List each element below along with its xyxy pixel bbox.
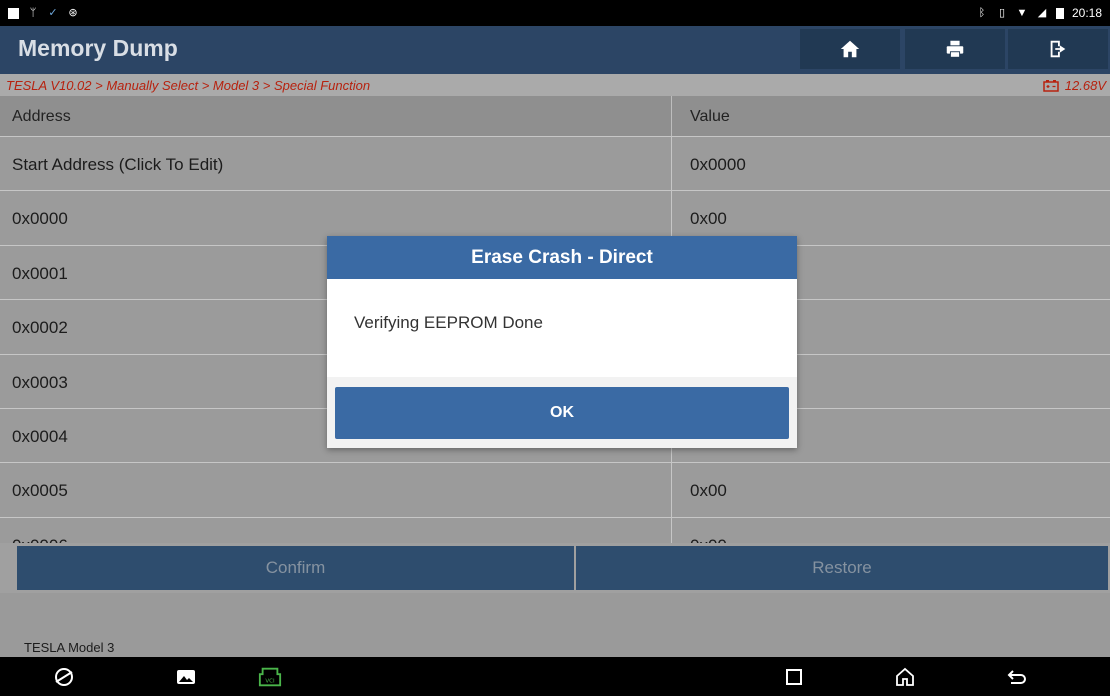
vehicle-label: TESLA Model 3: [24, 640, 115, 655]
address-cell: 0x0005: [0, 463, 672, 517]
dialog-message: Verifying EEPROM Done: [354, 313, 543, 332]
gallery-icon[interactable]: [174, 665, 198, 689]
app-header: Memory Dump: [0, 26, 1110, 74]
breadcrumb-path: TESLA V10.02 > Manually Select > Model 3…: [6, 77, 371, 93]
restore-button[interactable]: Restore: [576, 546, 1108, 590]
address-cell: Start Address (Click To Edit): [0, 137, 672, 191]
table-row: 0x0005 0x00: [0, 462, 1110, 517]
vci-icon[interactable]: VCI: [258, 665, 282, 689]
home-button[interactable]: [800, 29, 900, 69]
svg-text:VCI: VCI: [265, 679, 275, 685]
breadcrumb: TESLA V10.02 > Manually Select > Model 3…: [0, 74, 1110, 96]
bluetooth-icon: ᛒ: [978, 7, 986, 19]
print-button[interactable]: [905, 29, 1005, 69]
column-header-value: Value: [690, 108, 730, 125]
message-dialog: Erase Crash - Direct Verifying EEPROM Do…: [327, 236, 797, 448]
settings-status-icon: ⊛: [68, 7, 78, 19]
ok-button[interactable]: OK: [335, 387, 789, 439]
check-icon: ✓: [48, 7, 58, 19]
page-title: Memory Dump: [18, 35, 178, 61]
voltage-indicator: 12.68V: [1043, 78, 1106, 93]
dialog-footer: OK: [327, 377, 797, 448]
browser-icon[interactable]: [52, 665, 76, 689]
vibrate-icon: ▯: [998, 7, 1005, 19]
column-header-address: Address: [0, 96, 672, 136]
exit-button[interactable]: [1008, 29, 1108, 69]
footer: TESLA Model 3: [0, 593, 1110, 657]
table-header: Address Value: [0, 96, 1110, 136]
print-icon: [946, 40, 964, 58]
signal-icon: ◢: [1037, 7, 1047, 19]
back-icon[interactable]: [1005, 665, 1029, 689]
action-bar: Confirm Restore: [0, 543, 1110, 593]
status-time: 20:18: [1071, 6, 1102, 20]
home-nav-icon[interactable]: [893, 665, 917, 689]
dialog-title: Erase Crash - Direct: [327, 236, 797, 279]
usb-icon: ᛘ: [29, 7, 37, 19]
car-battery-icon: [1043, 79, 1059, 92]
exit-icon: [1050, 40, 1066, 58]
home-icon: [840, 40, 860, 58]
status-bar: ᛘ ✓ ⊛ ᛒ ▯ ▼ ◢ 20:18: [0, 0, 1110, 26]
start-address-row[interactable]: Start Address (Click To Edit) 0x0000: [0, 136, 1110, 191]
battery-icon: [1055, 7, 1064, 19]
recents-icon[interactable]: [782, 665, 806, 689]
value-cell: 0x0000: [690, 155, 746, 174]
confirm-button[interactable]: Confirm: [17, 546, 574, 590]
system-nav-bar: VCI: [0, 657, 1110, 696]
wifi-icon: ▼: [1016, 7, 1028, 19]
value-cell: 0x00: [690, 481, 727, 501]
voltage-value: 12.68V: [1064, 77, 1106, 93]
notification-icon: [8, 7, 19, 19]
